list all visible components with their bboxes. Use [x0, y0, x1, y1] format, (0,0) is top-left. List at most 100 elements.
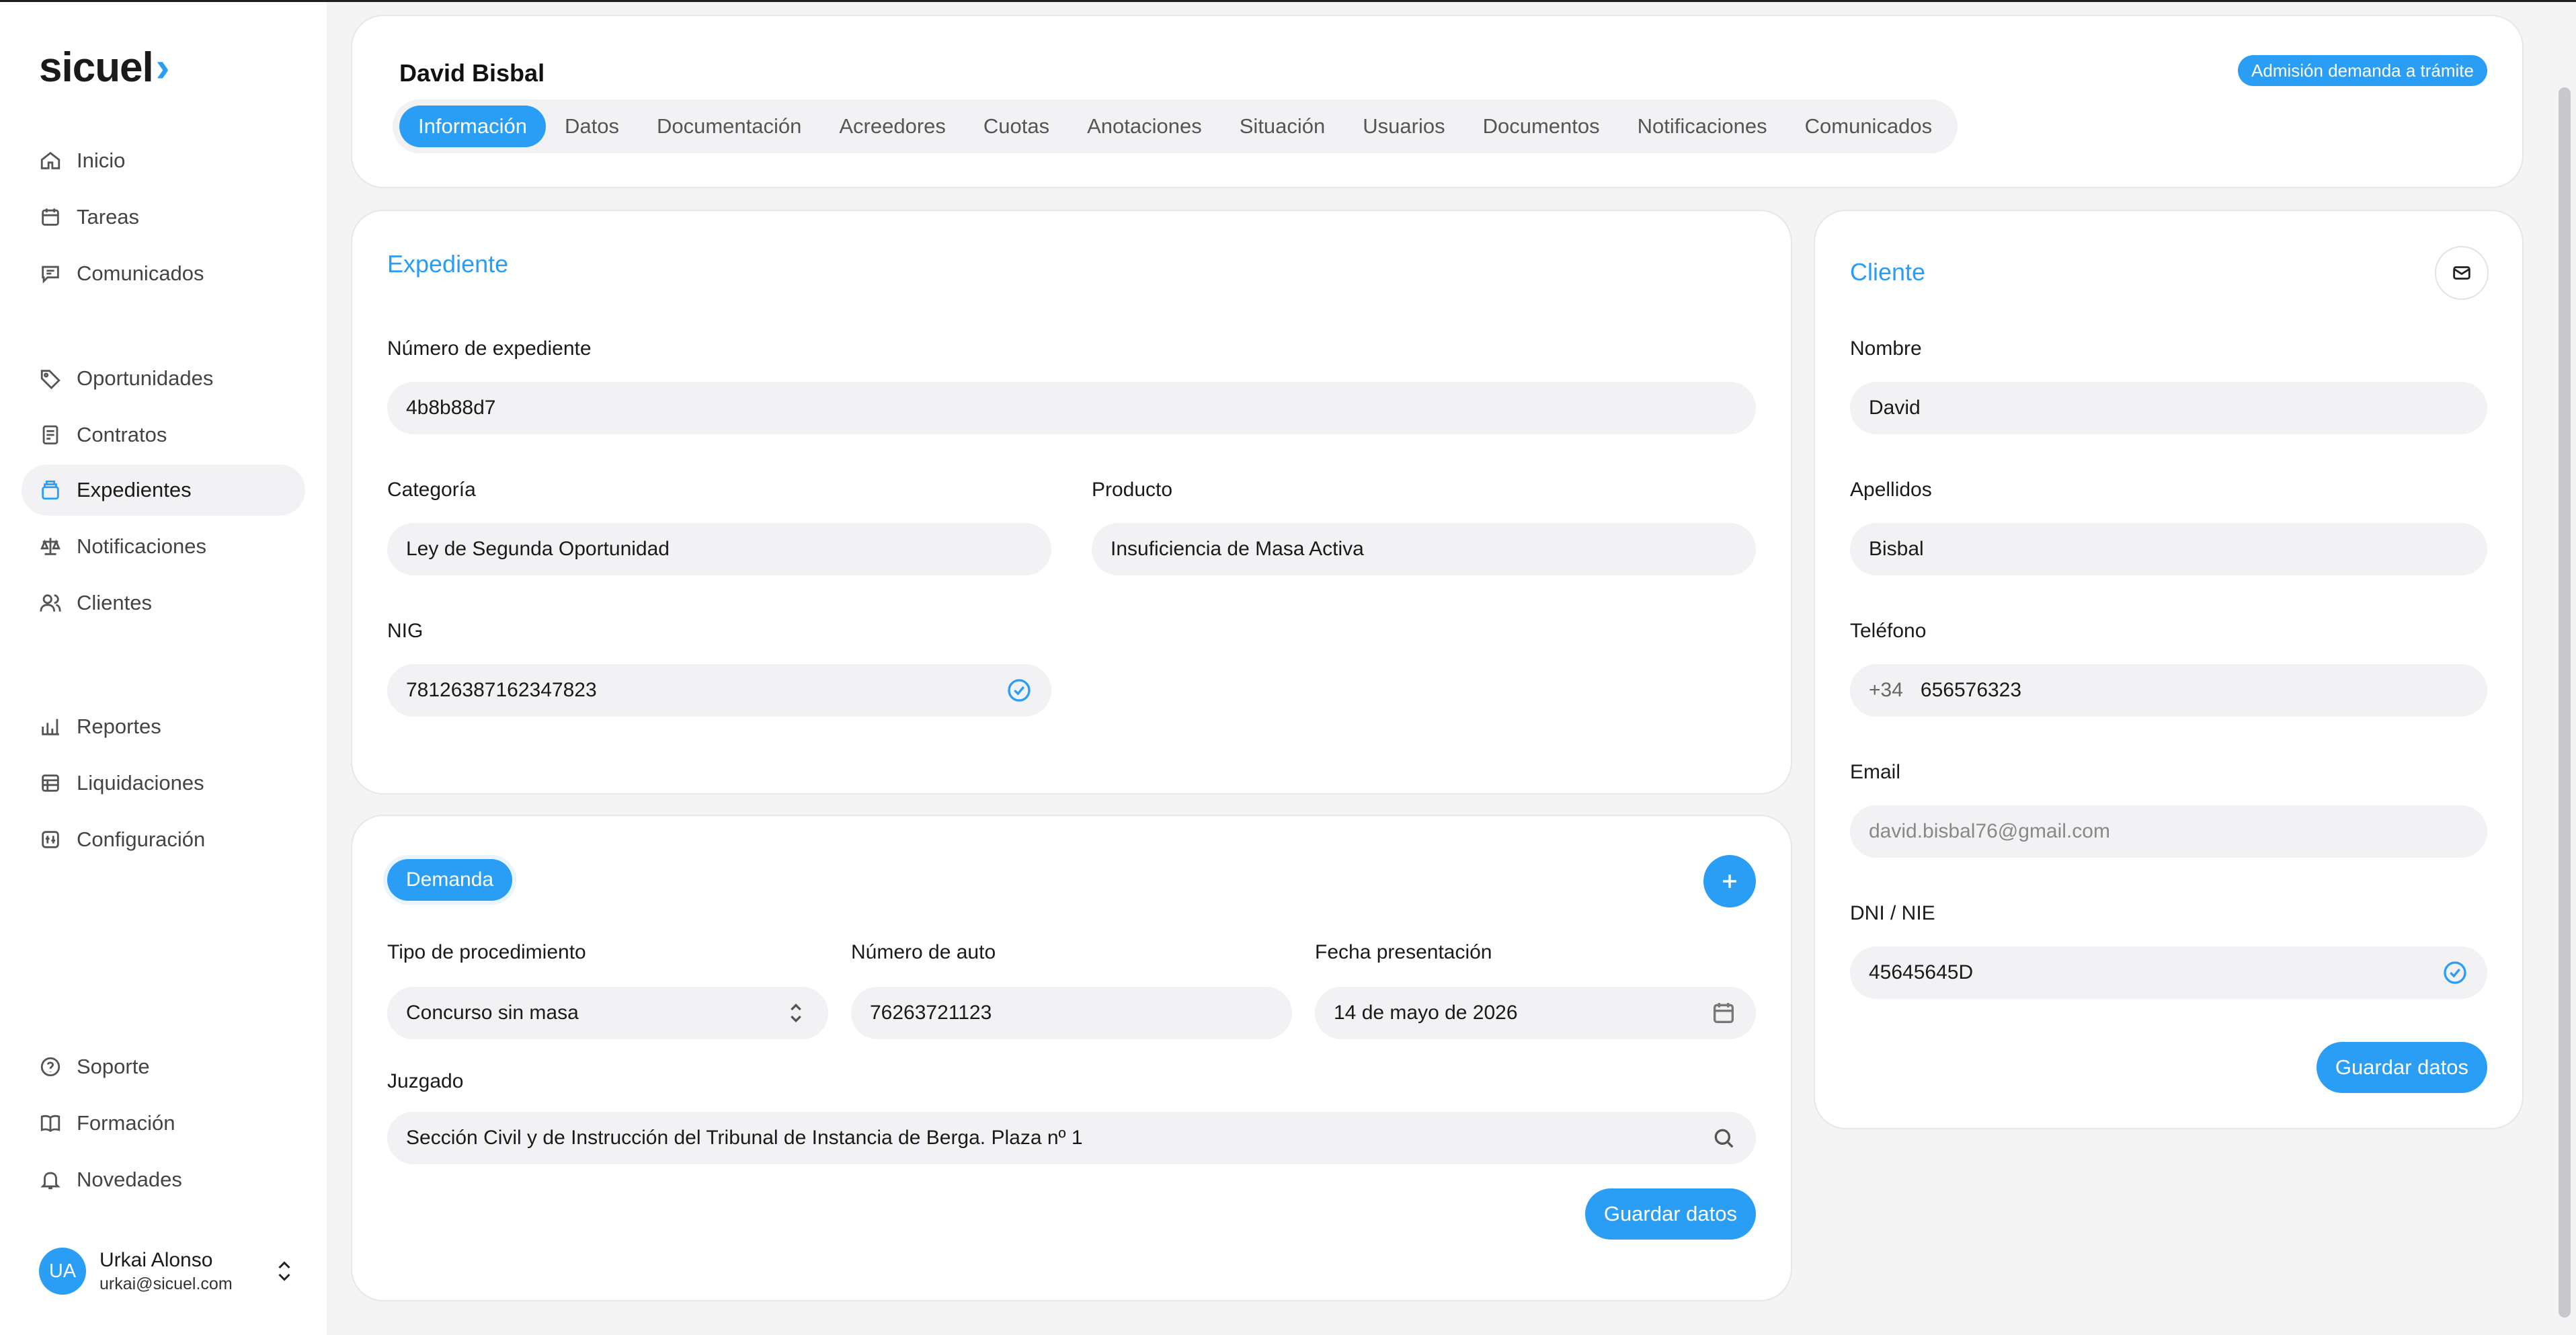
producto-label: Producto [1092, 479, 1173, 501]
sidebar-item-label: Notificaciones [77, 534, 206, 558]
telefono-label: Teléfono [1850, 620, 1927, 642]
sidebar-item-label: Soporte [77, 1055, 150, 1078]
sidebar-item-configuracion[interactable]: Configuración [22, 814, 305, 865]
juzgado-search-field[interactable]: Sección Civil y de Instrucción del Tribu… [387, 1112, 1756, 1164]
save-demanda-button[interactable]: Guardar datos [1584, 1188, 1756, 1240]
sidebar-item-notificaciones[interactable]: Notificaciones [22, 521, 305, 572]
save-cliente-button[interactable]: Guardar datos [2316, 1042, 2487, 1093]
tab-usuarios[interactable]: Usuarios [1344, 106, 1463, 147]
tab-datos[interactable]: Datos [546, 106, 638, 147]
chevron-up-down-icon[interactable] [274, 1258, 294, 1285]
sidebar-item-label: Tareas [77, 205, 140, 229]
layers-icon [39, 772, 62, 795]
cliente-section-title: Cliente [1850, 258, 1926, 286]
scale-icon [39, 535, 62, 558]
sidebar-item-label: Formación [77, 1111, 175, 1135]
calendar-icon [39, 206, 62, 229]
categoria-field[interactable]: Ley de Segunda Oportunidad [387, 523, 1051, 575]
sidebar-item-oportunidades[interactable]: Oportunidades [22, 353, 305, 404]
users-icon [39, 592, 62, 614]
avatar: UA [39, 1248, 86, 1295]
send-email-button[interactable] [2435, 246, 2489, 300]
producto-field[interactable]: Insuficiencia de Masa Activa [1092, 523, 1756, 575]
tab-acreedores[interactable]: Acreedores [820, 106, 965, 147]
sidebar-item-label: Reportes [77, 715, 161, 738]
apellidos-label: Apellidos [1850, 479, 1932, 501]
add-button[interactable] [1703, 855, 1756, 907]
user-name: Urkai Alonso [99, 1248, 213, 1271]
categoria-label: Categoría [387, 479, 476, 501]
dni-field[interactable]: 45645645D [1850, 946, 2487, 999]
sidebar-item-comunicados[interactable]: Comunicados [22, 248, 305, 299]
fecha-presentacion-label: Fecha presentación [1315, 941, 1492, 963]
status-badge: Admisión demanda a trámite [2238, 55, 2487, 86]
email-label: Email [1850, 761, 1901, 783]
search-icon[interactable] [1710, 1125, 1737, 1151]
tab-bar: Información Datos Documentación Acreedor… [393, 99, 1958, 153]
sidebar-item-novedades[interactable]: Novedades [22, 1154, 305, 1205]
nig-field[interactable]: 78126387162347823 [387, 664, 1051, 717]
case-header: David Bisbal Admisión demanda a trámite … [351, 15, 2524, 188]
sidebar-item-clientes[interactable]: Clientes [22, 577, 305, 629]
page-title: David Bisbal [399, 59, 545, 87]
sidebar-item-label: Expedientes [77, 478, 192, 501]
juzgado-label: Juzgado [387, 1070, 464, 1092]
sidebar-item-expedientes[interactable]: Expedientes [22, 464, 305, 516]
tab-anotaciones[interactable]: Anotaciones [1068, 106, 1221, 147]
telefono-field[interactable]: +34 656576323 [1850, 664, 2487, 717]
logo-chevron-icon: › [155, 44, 170, 91]
apellidos-field[interactable]: Bisbal [1850, 523, 2487, 575]
sidebar-item-label: Contratos [77, 423, 167, 446]
tab-cuotas[interactable]: Cuotas [965, 106, 1068, 147]
tipo-procedimiento-select[interactable]: Concurso sin masa [387, 987, 828, 1039]
plus-icon [1723, 875, 1736, 888]
sidebar-item-reportes[interactable]: Reportes [22, 701, 305, 752]
sidebar-item-label: Liquidaciones [77, 771, 204, 795]
cliente-card: Cliente Nombre David Apellidos Bisbal Te… [1814, 210, 2524, 1129]
nombre-label: Nombre [1850, 337, 1922, 360]
email-field[interactable]: david.bisbal76@gmail.com [1850, 805, 2487, 858]
sidebar-item-soporte[interactable]: Soporte [22, 1041, 305, 1092]
fecha-presentacion-field[interactable]: 14 de mayo de 2026 [1315, 987, 1756, 1039]
demanda-card: Demanda Tipo de procedimiento Concurso s… [351, 815, 1792, 1301]
demanda-pill[interactable]: Demanda [387, 859, 513, 901]
tab-informacion[interactable]: Información [399, 106, 546, 147]
numero-expediente-label: Número de expediente [387, 337, 592, 360]
tag-icon [39, 367, 62, 390]
tab-documentacion[interactable]: Documentación [638, 106, 820, 147]
check-circle-icon [2442, 959, 2468, 986]
tab-comunicados[interactable]: Comunicados [1786, 106, 1951, 147]
chevron-up-down-icon [782, 1000, 809, 1026]
sidebar-item-label: Configuración [77, 827, 206, 851]
bell-icon [39, 1168, 62, 1191]
sidebar-item-inicio[interactable]: Inicio [22, 135, 305, 186]
sidebar-item-contratos[interactable]: Contratos [22, 409, 305, 460]
tab-documentos[interactable]: Documentos [1464, 106, 1619, 147]
tab-notificaciones[interactable]: Notificaciones [1619, 106, 1786, 147]
sidebar-item-formacion[interactable]: Formación [22, 1098, 305, 1149]
scrollbar[interactable] [2559, 87, 2571, 1318]
contract-icon [39, 423, 62, 446]
user-email: urkai@sicuel.com [99, 1274, 233, 1293]
help-icon [39, 1055, 62, 1078]
bar-chart-icon [39, 715, 62, 738]
numero-auto-field[interactable]: 76263721123 [851, 987, 1292, 1039]
numero-expediente-field[interactable]: 4b8b88d7 [387, 382, 1756, 434]
sidebar-item-tareas[interactable]: Tareas [22, 192, 305, 243]
sidebar-item-liquidaciones[interactable]: Liquidaciones [22, 758, 305, 809]
expediente-card: Expediente Número de expediente 4b8b88d7… [351, 210, 1792, 795]
phone-prefix[interactable]: +34 [1869, 679, 1903, 702]
sidebar: sicuel› Inicio Tareas Comunicados Oportu… [0, 2, 327, 1335]
nombre-field[interactable]: David [1850, 382, 2487, 434]
sidebar-item-label: Inicio [77, 149, 126, 172]
message-icon [39, 262, 62, 285]
numero-auto-label: Número de auto [851, 941, 996, 963]
nig-label: NIG [387, 620, 424, 642]
app-logo[interactable]: sicuel› [39, 44, 169, 91]
sidebar-item-label: Comunicados [77, 261, 204, 285]
sidebar-item-label: Novedades [77, 1168, 182, 1191]
tab-situacion[interactable]: Situación [1221, 106, 1344, 147]
calendar-icon[interactable] [1710, 1000, 1737, 1026]
user-profile[interactable]: UA Urkai Alonso urkai@sicuel.com [39, 1244, 294, 1298]
mail-icon [2453, 266, 2470, 280]
